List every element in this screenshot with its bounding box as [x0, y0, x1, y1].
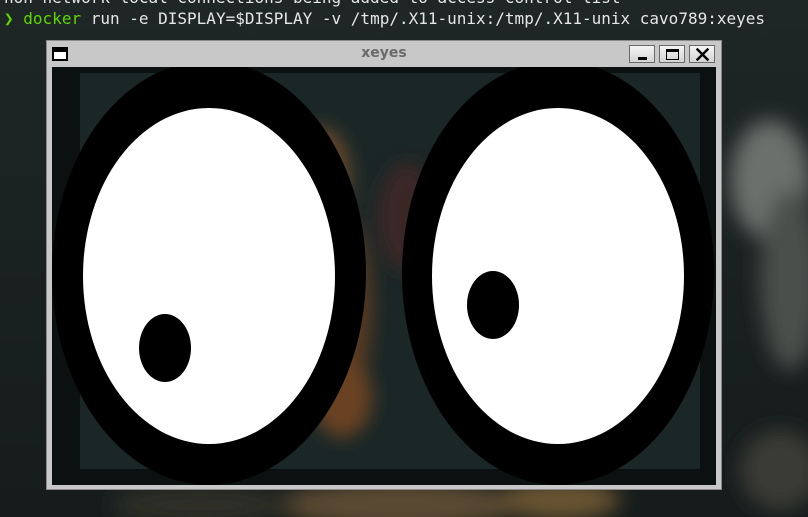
close-icon [696, 48, 709, 61]
xeyes-window[interactable]: xeyes [46, 40, 722, 490]
xeyes-canvas[interactable] [52, 67, 716, 485]
terminal-previous-line: non-network local connections being adde… [4, 0, 621, 8]
terminal-command-line[interactable]: ❯ docker run -e DISPLAY=$DISPLAY -v /tmp… [4, 9, 765, 29]
right-eye [402, 67, 714, 485]
right-eye-white [432, 108, 684, 444]
maximize-button[interactable] [659, 45, 685, 63]
command-args: run -e DISPLAY=$DISPLAY -v /tmp/.X11-uni… [81, 9, 766, 28]
command-name: docker [23, 9, 82, 28]
right-pupil [467, 271, 519, 339]
left-pupil [139, 314, 191, 382]
maximize-icon [666, 49, 679, 60]
minimize-icon [638, 57, 647, 60]
window-titlebar[interactable]: xeyes [47, 41, 721, 67]
left-eye [52, 67, 366, 485]
minimize-button[interactable] [629, 45, 655, 63]
left-eye-white [83, 108, 335, 444]
xeyes-client-area[interactable] [52, 67, 716, 485]
window-title: xeyes [361, 45, 407, 61]
prompt-icon: ❯ [4, 9, 14, 28]
close-button[interactable] [689, 45, 715, 63]
